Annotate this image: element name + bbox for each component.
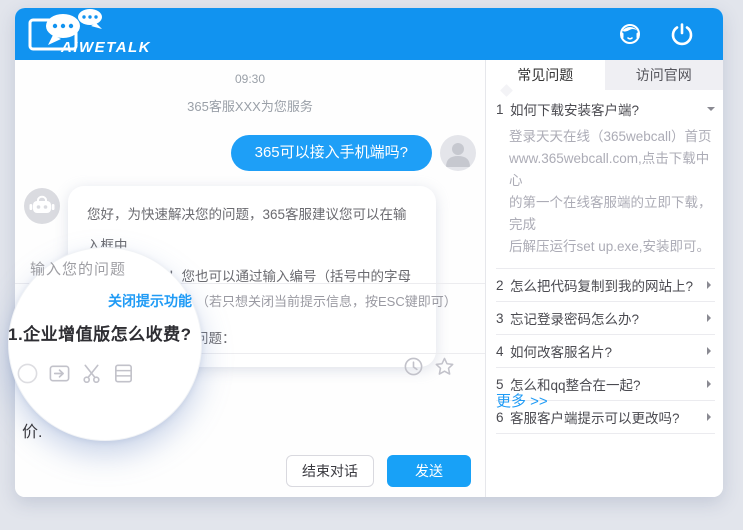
favorite-star-icon[interactable] — [434, 356, 455, 377]
faq-question: 如何改客服名片? — [510, 341, 703, 361]
caret-right-icon[interactable] — [707, 314, 715, 322]
service-notice: 365客服XXX为您服务 — [15, 96, 485, 115]
faq-answer: 登录天天在线（365webcall）首页 www.365webcall.com,… — [509, 126, 715, 258]
app-stage: AIWETALK 09:30 — [0, 0, 743, 530]
divider — [496, 433, 715, 434]
user-avatar — [440, 135, 476, 171]
caret-right-icon[interactable] — [707, 347, 715, 355]
screenshot-scissors-icon[interactable] — [80, 362, 103, 385]
brand-logo-icon: AIWETALK — [27, 9, 163, 60]
lens-magnified-text: 输入您的问题 — [30, 258, 126, 279]
lens-faq-shortcut: 1.企业增值版怎么收费? — [8, 320, 192, 345]
lens-magnified-price-text: 价. — [22, 418, 42, 442]
header-bar: AIWETALK — [15, 8, 723, 60]
faq-item-1[interactable]: 1 如何下载安装客户端? — [496, 98, 715, 120]
faq-number: 6 — [496, 410, 510, 425]
tab-official-site[interactable]: 访问官网 — [605, 60, 724, 90]
send-button[interactable]: 发送 — [387, 455, 471, 487]
faq-list: 1 如何下载安装客户端? 登录天天在线（365webcall）首页 www.36… — [496, 98, 715, 434]
bot-avatar — [24, 188, 60, 224]
faq-number: 2 — [496, 278, 510, 293]
input-toolbar — [16, 362, 135, 385]
timestamp: 09:30 — [15, 72, 485, 86]
header-actions — [617, 8, 695, 60]
faq-number: 4 — [496, 344, 510, 359]
sidebar-tabs: 常见问题 访问官网 — [486, 60, 723, 90]
faq-question: 怎么把代码复制到我的网站上? — [510, 275, 703, 295]
faq-item-3[interactable]: 3 忘记登录密码怎么办? — [496, 301, 715, 334]
hint-note: （若只想关闭当前提示信息，按ESC键即可） — [196, 294, 457, 309]
chat-buttons: 结束对话 发送 — [286, 455, 471, 487]
faq-number: 3 — [496, 311, 510, 326]
caret-right-icon[interactable] — [707, 413, 715, 421]
user-message-bubble: 365可以接入手机端吗? — [231, 135, 432, 171]
caret-right-icon[interactable] — [707, 380, 715, 388]
toolbar-right — [403, 356, 455, 377]
history-clock-icon[interactable] — [403, 356, 424, 377]
caret-down-icon[interactable] — [707, 107, 715, 115]
faq-number: 1 — [496, 102, 510, 117]
caret-right-icon[interactable] — [707, 281, 715, 289]
close-hint-link[interactable]: 关闭提示功能 — [108, 293, 192, 309]
faq-item-4[interactable]: 4 如何改客服名片? — [496, 334, 715, 367]
emoji-icon[interactable] — [16, 362, 39, 385]
more-link[interactable]: 更多 >> — [496, 390, 548, 411]
end-conversation-button[interactable]: 结束对话 — [286, 455, 374, 487]
agent-icon[interactable] — [617, 21, 643, 47]
save-record-icon[interactable] — [112, 362, 135, 385]
faq-question: 忘记登录密码怎么办? — [510, 308, 703, 328]
user-message-row: 365可以接入手机端吗? — [231, 135, 476, 171]
power-icon[interactable] — [669, 21, 695, 47]
hint-row: 关闭提示功能 （若只想关闭当前提示信息，按ESC键即可） — [108, 291, 457, 311]
send-file-icon[interactable] — [48, 362, 71, 385]
faq-sidebar: 常见问题 访问官网 1 如何下载安装客户端? 登录天天在线（365webcall… — [486, 60, 723, 497]
brand-title: AIWETALK — [60, 39, 151, 55]
faq-question: 如何下载安装客户端? — [510, 99, 707, 119]
faq-item-2[interactable]: 2 怎么把代码复制到我的网站上? — [496, 268, 715, 301]
